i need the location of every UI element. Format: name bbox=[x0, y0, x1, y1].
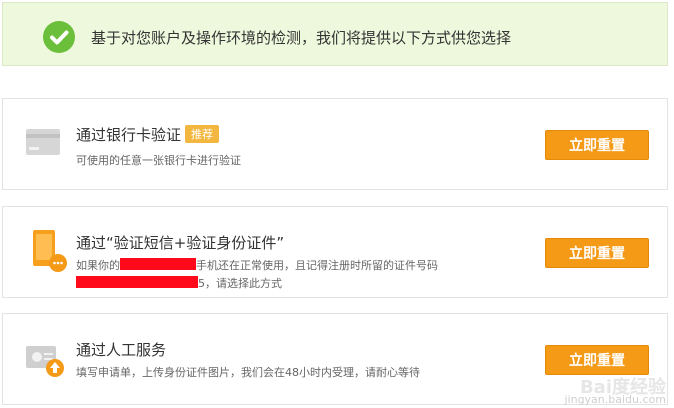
phone-sms-icon bbox=[31, 229, 69, 277]
banner-message: 基于对您账户及操作环境的检测，我们将提供以下方式供您选择 bbox=[91, 29, 512, 47]
baidu-jingyan-watermark: Bai度经验 jingyan.baidu.com bbox=[564, 377, 666, 406]
redacted-phone bbox=[120, 258, 196, 270]
bank-card-icon bbox=[25, 125, 61, 165]
reset-now-button[interactable]: 立即重置 bbox=[545, 130, 649, 160]
redacted-id bbox=[76, 276, 198, 288]
check-circle-icon bbox=[43, 21, 75, 53]
detection-banner: 基于对您账户及操作环境的检测，我们将提供以下方式供您选择 bbox=[2, 2, 668, 66]
reset-now-button[interactable]: 立即重置 bbox=[545, 238, 649, 268]
option-sms-id: 通过“验证短信+验证身份证件” 如果你的 手机还在正常使用，且记得注册时所留的证件… bbox=[2, 206, 668, 298]
recommend-badge: 推荐 bbox=[185, 125, 220, 143]
option-bank-card: 通过银行卡验证 推荐 可使用的任意一张银行卡进行验证 立即重置 bbox=[2, 98, 668, 190]
id-upload-icon bbox=[25, 342, 65, 382]
option-description: 可使用的任意一张银行卡进行验证 bbox=[76, 154, 241, 167]
option-title: 通过银行卡验证 推荐 bbox=[76, 124, 220, 145]
option-description-line2: 5，请选择此方式 bbox=[76, 275, 282, 291]
option-description: 如果你的 手机还在正常使用，且记得注册时所留的证件号码 bbox=[76, 258, 438, 272]
option-description: 填写申请单，上传身份证件图片，我们会在48小时内受理，请耐心等待 bbox=[76, 366, 420, 379]
option-title: 通过人工服务 bbox=[76, 341, 167, 359]
option-title: 通过“验证短信+验证身份证件” bbox=[76, 234, 285, 252]
reset-now-button[interactable]: 立即重置 bbox=[545, 345, 649, 375]
